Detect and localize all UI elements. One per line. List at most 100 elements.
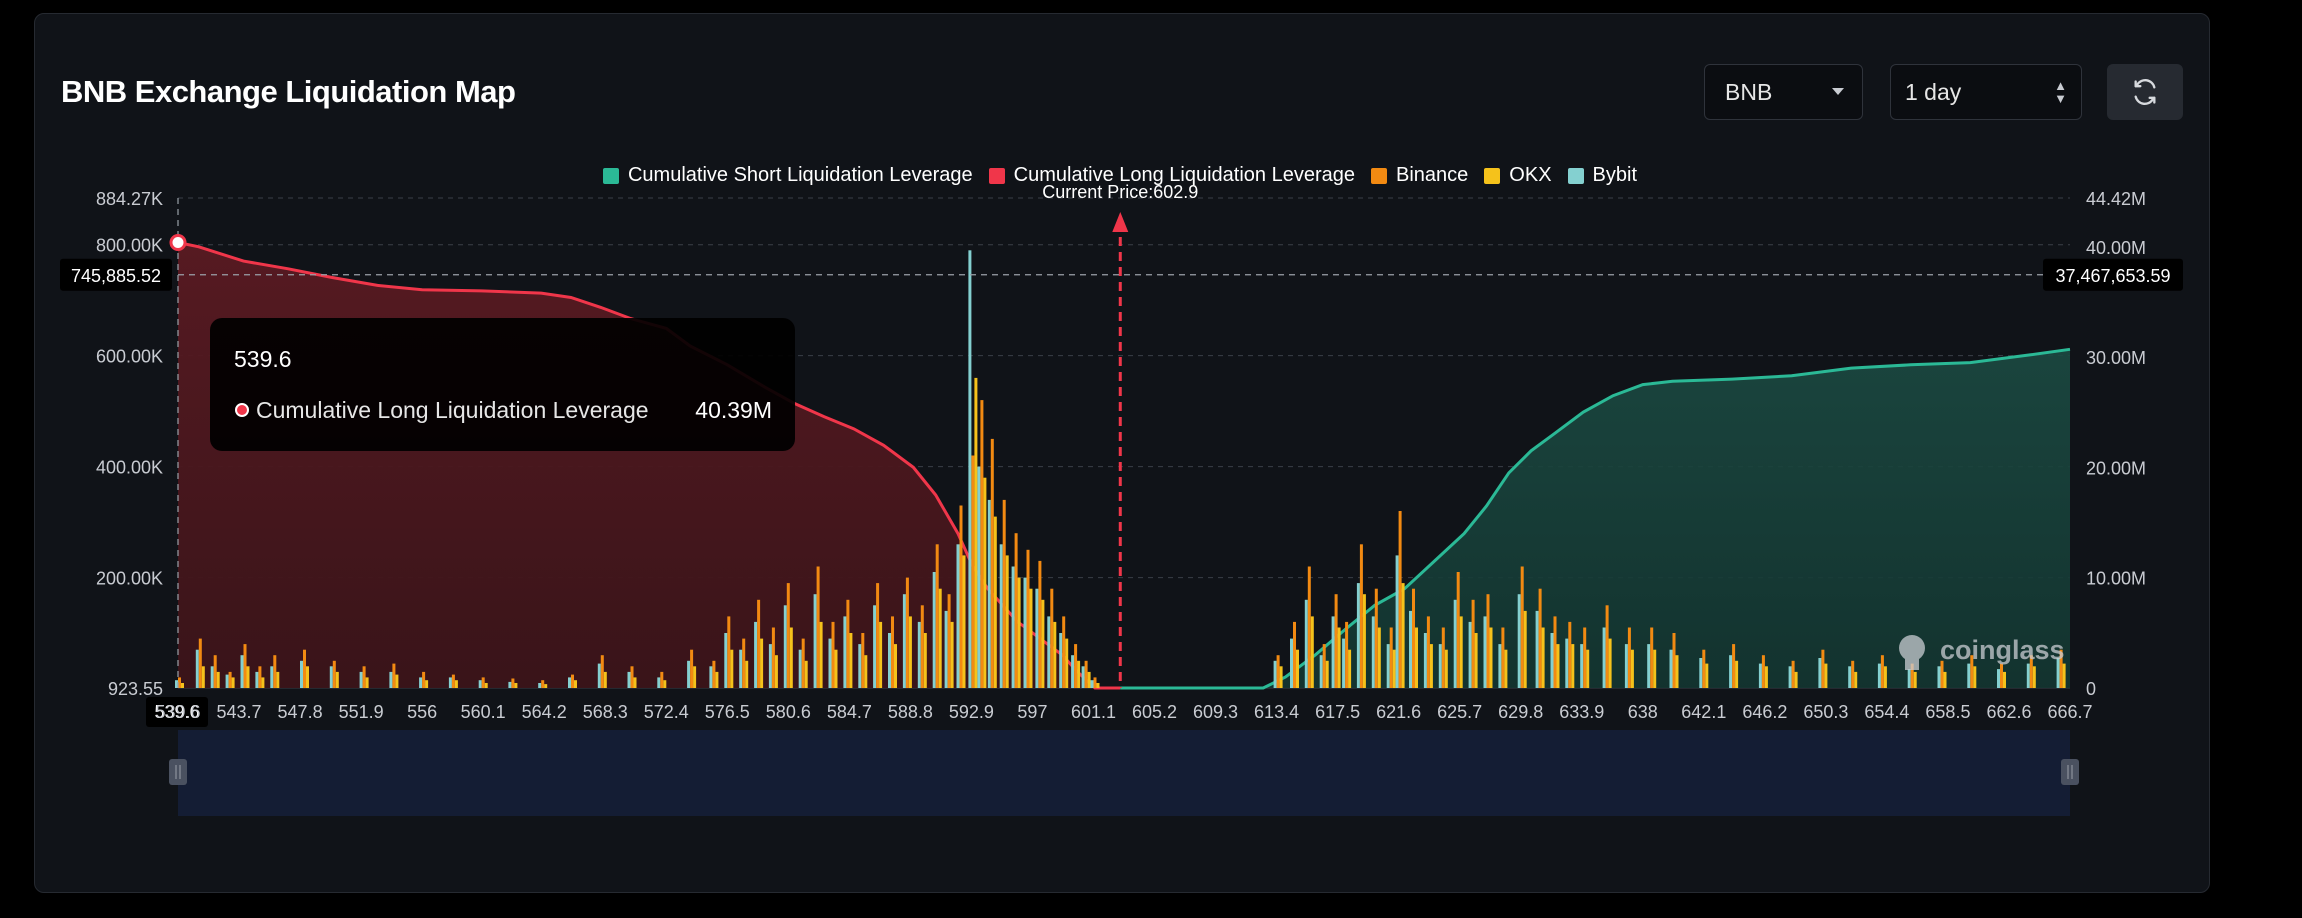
bar-binance (1002, 499, 1006, 688)
bar-okx (974, 377, 978, 688)
bar-okx (231, 677, 235, 688)
bar-bybit (1342, 638, 1346, 688)
bar-binance (1456, 572, 1460, 688)
bar-binance (757, 599, 761, 688)
bar-bybit (1535, 610, 1539, 688)
bar-okx (950, 621, 954, 688)
bar-bybit (858, 644, 862, 688)
zoom-slider-track (178, 730, 2070, 816)
liquidation-chart[interactable]: Current Price:602.9 745,885.52 37,467,653.… (0, 0, 2302, 918)
bar-binance (1426, 616, 1430, 688)
bar-bybit (724, 633, 728, 688)
bar-binance (303, 649, 306, 688)
bar-binance (1322, 644, 1326, 688)
bar-bybit (1818, 658, 1822, 688)
bar-okx (1415, 627, 1418, 688)
bar-binance (660, 671, 664, 688)
bar-okx (1053, 621, 1057, 688)
bar-okx (760, 638, 764, 688)
bar-binance (980, 400, 984, 688)
y-left-tick: 600.00K (96, 347, 163, 367)
short-liquidation-area (1120, 349, 2070, 688)
bar-binance (392, 663, 396, 688)
bar-bybit (987, 499, 991, 688)
bar-bybit (783, 605, 787, 688)
zoom-slider-handle[interactable] (169, 759, 187, 785)
zoom-slider-handle[interactable] (2061, 759, 2079, 785)
bar-okx (1854, 671, 1858, 688)
bar-okx (1608, 638, 1612, 688)
bar-bybit (478, 680, 482, 688)
bar-okx (1586, 649, 1590, 688)
bar-okx (1675, 655, 1679, 688)
bar-binance (1389, 627, 1393, 688)
bar-bybit (1331, 616, 1335, 688)
y-right-tick: 0 (2086, 679, 2096, 699)
tooltip-series-marker (235, 403, 249, 417)
bar-binance (1553, 616, 1557, 688)
bar-binance (690, 649, 694, 688)
bar-binance (727, 616, 731, 688)
x-tick: 560.1 (461, 702, 506, 722)
bar-bybit (1907, 669, 1911, 688)
bar-bybit (1035, 588, 1039, 688)
bar-bybit (1602, 627, 1606, 688)
bar-okx (1541, 627, 1545, 688)
bar-okx (663, 680, 667, 688)
bar-bybit (1090, 680, 1094, 688)
bar-okx (395, 674, 399, 688)
bar-bybit (1758, 663, 1762, 688)
bar-binance (1307, 566, 1311, 688)
bar-binance (571, 674, 574, 688)
bar-bybit (999, 544, 1003, 688)
bar-okx (1489, 627, 1493, 688)
bar-binance (541, 680, 545, 688)
bar-binance (971, 455, 975, 688)
x-tick: 588.8 (888, 702, 933, 722)
current-price-arrow (1112, 212, 1129, 232)
bar-bybit (255, 671, 259, 688)
bar-okx (425, 680, 429, 688)
bar-bybit (270, 666, 274, 688)
bar-binance (1501, 627, 1505, 688)
bar-binance (630, 666, 634, 688)
bar-bybit (1453, 599, 1457, 688)
bar-okx (1296, 649, 1299, 688)
bar-okx (246, 666, 250, 688)
bar-binance (891, 616, 894, 688)
bar-okx (1348, 649, 1352, 688)
bar-okx (1325, 660, 1329, 688)
bar-okx (834, 649, 838, 688)
bar-okx (633, 677, 637, 688)
x-tick: 605.2 (1132, 702, 1177, 722)
bar-bybit (1438, 644, 1442, 688)
bar-bybit (1023, 577, 1027, 688)
bar-okx (1794, 671, 1798, 688)
bar-okx (1571, 644, 1575, 688)
bar-okx (1705, 663, 1709, 688)
bar-bybit (1081, 666, 1085, 688)
bar-okx (1429, 644, 1433, 688)
bar-bybit (709, 666, 713, 688)
bar-okx (1444, 649, 1448, 688)
bar-bybit (225, 674, 229, 688)
bar-bybit (917, 621, 921, 688)
bar-binance (1062, 616, 1066, 688)
bar-okx (365, 677, 369, 688)
bar-binance (990, 438, 994, 688)
bar-binance (1851, 660, 1855, 688)
tooltip-box (210, 318, 795, 451)
bar-bybit (1565, 638, 1569, 688)
bar-binance (1821, 649, 1825, 688)
bar-bybit (1290, 638, 1293, 688)
bar-bybit (768, 644, 772, 688)
bar-okx (993, 516, 997, 688)
bar-okx (454, 680, 458, 688)
bar-okx (1041, 599, 1045, 688)
bar-bybit (1356, 583, 1360, 688)
bar-bybit (1386, 644, 1390, 688)
x-tick: 654.4 (1864, 702, 1909, 722)
bar-binance (846, 599, 850, 688)
bar-binance (258, 666, 262, 688)
bar-okx (216, 671, 220, 688)
